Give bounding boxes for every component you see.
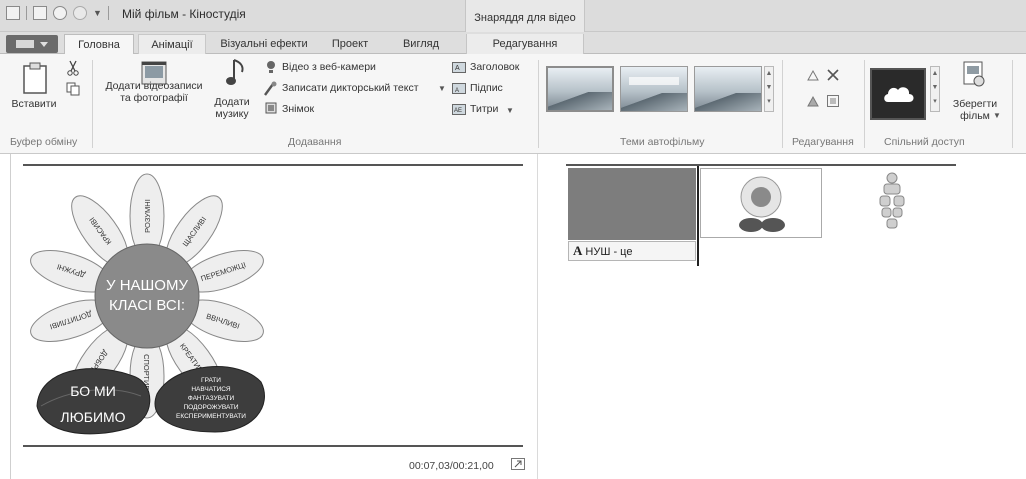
caption-track-item[interactable]: A НУШ - це xyxy=(568,241,696,261)
share-scroll[interactable]: ▲ ▼ ▾ xyxy=(930,66,940,112)
main-area: РОЗУМНІ ЩАСЛИВІ ПЕРЕМОЖЦІ ВВІЧЛИВІ КРЕАТИВНІ… xyxy=(0,154,1026,479)
clip-thumbnail-flower xyxy=(739,176,785,232)
flower-center xyxy=(94,243,200,349)
paste-icon[interactable] xyxy=(22,62,48,94)
file-menu-button[interactable] xyxy=(6,35,58,53)
caption-icon[interactable]: A xyxy=(452,83,466,94)
theme-thumbnail[interactable] xyxy=(620,66,688,112)
fullscreen-button[interactable] xyxy=(511,458,525,470)
tab-home[interactable]: Головна xyxy=(64,34,134,54)
record-narration-label[interactable]: Записати дикторський текст xyxy=(282,82,419,94)
save-movie-dropdown-icon[interactable]: ▼ xyxy=(993,111,1001,120)
credits-dropdown-icon[interactable]: ▼ xyxy=(506,106,514,115)
save-icon[interactable] xyxy=(33,6,47,20)
expand-icon xyxy=(514,460,522,468)
app-icon[interactable] xyxy=(6,6,20,20)
theme-thumbnail[interactable] xyxy=(546,66,614,112)
playback-time: 00:07,03/00:21,00 xyxy=(409,460,494,472)
svg-text:A: A xyxy=(455,65,460,72)
narration-dropdown-icon[interactable]: ▼ xyxy=(438,84,446,93)
video-preview[interactable]: РОЗУМНІ ЩАСЛИВІ ПЕРЕМОЖЦІ ВВІЧЛИВІ КРЕАТИВНІ… xyxy=(23,164,523,447)
svg-text:AE: AE xyxy=(454,108,462,114)
customize-arrow-icon[interactable]: ▼ xyxy=(93,8,102,18)
quick-access-toolbar: ▼ xyxy=(6,6,109,20)
svg-text:A: A xyxy=(455,88,459,94)
tab-edit[interactable]: Редагування xyxy=(466,34,584,54)
caption-a-icon: A xyxy=(573,243,583,258)
preview-pane: РОЗУМНІ ЩАСЛИВІ ПЕРЕМОЖЦІ ВВІЧЛИВІ КРЕАТИВНІ… xyxy=(10,154,538,479)
theme-thumbnail[interactable] xyxy=(694,66,762,112)
tab-view[interactable]: Вигляд xyxy=(392,34,450,54)
separator xyxy=(26,6,27,20)
select-all-icon[interactable] xyxy=(826,94,840,108)
tab-project[interactable]: Проект xyxy=(322,34,378,54)
contextual-tools-label: Знаряддя для відео xyxy=(465,0,585,32)
add-videos-photos-label[interactable]: Додати відеозаписи та фотографії xyxy=(102,80,206,104)
video-clip[interactable] xyxy=(700,168,822,238)
redo-icon[interactable] xyxy=(73,6,87,20)
title-icon[interactable]: A xyxy=(452,62,466,73)
storyboard: A НУШ - це xyxy=(566,164,1026,464)
rotate-left-icon[interactable] xyxy=(806,68,820,82)
rotate-right-icon[interactable] xyxy=(806,94,820,108)
caption-button-label[interactable]: Підпис xyxy=(470,82,503,94)
clip-thumbnail-figure xyxy=(879,172,905,229)
snapshot-label[interactable]: Знімок xyxy=(282,103,314,115)
window-title: Мій фільм - Кіностудія xyxy=(122,7,246,21)
credits-icon[interactable]: AE xyxy=(452,104,466,115)
playhead[interactable] xyxy=(697,166,699,266)
copy-icon[interactable] xyxy=(66,82,80,96)
group-divider xyxy=(92,60,93,148)
title-clip[interactable] xyxy=(568,168,696,240)
webcam-video-label[interactable]: Відео з веб-камери xyxy=(282,61,376,73)
themes-scroll[interactable]: ▲ ▼ ▾ xyxy=(764,66,774,112)
group-divider xyxy=(1012,60,1013,148)
flower-image: РОЗУМНІ ЩАСЛИВІПЕРЕМОЖЦІВВІЧЛИВІКРЕАТИВНІ… xyxy=(30,173,265,435)
paste-button-label[interactable]: Вставити xyxy=(8,98,60,110)
tab-visual-effects[interactable]: Візуальні ефекти xyxy=(216,34,312,54)
caption-text: НУШ - це xyxy=(585,246,633,258)
group-divider xyxy=(782,60,783,148)
snapshot-icon[interactable] xyxy=(265,102,277,114)
cut-icon[interactable] xyxy=(66,60,80,76)
video-clip[interactable] xyxy=(828,168,956,238)
petal-text: РОЗУМНІ xyxy=(143,199,152,233)
add-music-label[interactable]: Додати музику xyxy=(208,96,256,120)
add-group-label: Додавання xyxy=(288,136,342,148)
share-group-label: Спільний доступ xyxy=(884,136,965,148)
webcam-icon[interactable] xyxy=(265,60,277,74)
cloud-icon xyxy=(884,87,914,102)
delete-icon[interactable] xyxy=(826,68,840,82)
separator xyxy=(107,6,109,20)
credits-button-label[interactable]: Титри xyxy=(470,103,498,115)
onedrive-button[interactable] xyxy=(870,68,926,120)
ribbon-tabs: Головна Анімації Візуальні ефекти Проект… xyxy=(0,32,1026,54)
save-movie-icon[interactable] xyxy=(962,60,986,88)
title-button-label[interactable]: Заголовок xyxy=(470,61,519,73)
themes-group-label: Теми автофільму xyxy=(620,136,705,148)
undo-icon[interactable] xyxy=(53,6,67,20)
group-divider xyxy=(538,60,539,148)
group-divider xyxy=(864,60,865,148)
clipboard-group-label: Буфер обміну xyxy=(10,136,78,148)
clip-strip-top xyxy=(566,164,956,166)
tab-animations[interactable]: Анімації xyxy=(138,34,206,54)
editing-group-label: Редагування xyxy=(792,136,854,148)
title-bar: ▼ Мій фільм - Кіностудія Знаряддя для ві… xyxy=(0,0,1026,32)
music-note-icon[interactable] xyxy=(224,58,248,88)
microphone-icon[interactable] xyxy=(263,81,277,97)
